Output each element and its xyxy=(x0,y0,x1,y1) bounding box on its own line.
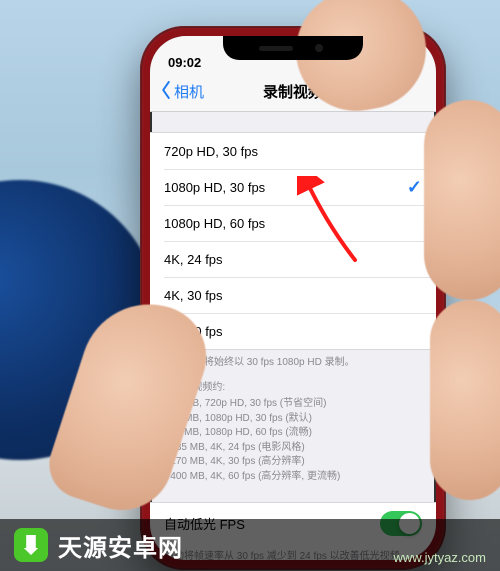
site-watermark: 天源安卓网 www.jytyaz.com xyxy=(0,519,500,571)
option-label: 4K, 24 fps xyxy=(164,252,422,267)
file-size-line: • 170 MB, 4K, 30 fps (高分辨率) xyxy=(164,455,422,470)
back-button[interactable]: 相机 xyxy=(160,81,204,103)
video-option-720p-30[interactable]: 720p HD, 30 fps xyxy=(150,133,436,169)
video-option-4k-24[interactable]: 4K, 24 fps xyxy=(150,241,436,277)
site-logo-icon xyxy=(14,528,48,562)
cellular-icon xyxy=(357,60,373,70)
file-size-line: • 90 MB, 1080p HD, 60 fps (流畅) xyxy=(164,426,422,441)
status-time: 09:02 xyxy=(168,55,222,70)
navigation-bar: 相机 录制视频 xyxy=(150,72,436,112)
phone-screen: 09:02 相机 录制视频 720p HD, 30 fps xyxy=(150,36,436,560)
video-option-4k-30[interactable]: 4K, 30 fps xyxy=(150,277,436,313)
option-label: 1080p HD, 60 fps xyxy=(164,216,422,231)
file-size-line: • 400 MB, 4K, 60 fps (高分辨率, 更流畅) xyxy=(164,470,422,485)
quick-record-note: 快录视频将始终以 30 fps 1080p HD 录制。 xyxy=(150,350,436,375)
option-label: 720p HD, 30 fps xyxy=(164,144,422,159)
file-size-line: • 60 MB, 1080p HD, 30 fps (默认) xyxy=(164,412,422,427)
checkmark-icon: ✓ xyxy=(407,177,422,198)
back-button-label: 相机 xyxy=(174,81,204,102)
file-size-line: • 40 MB, 720p HD, 30 fps (节省空间) xyxy=(164,397,422,412)
wifi-icon xyxy=(377,59,392,70)
battery-icon xyxy=(396,59,418,70)
option-label: 1080p HD, 30 fps xyxy=(164,180,407,195)
site-name: 天源安卓网 xyxy=(58,528,384,563)
display-notch xyxy=(223,36,363,60)
file-size-heading: 1 分钟视频约: xyxy=(164,381,422,396)
video-option-1080p-30[interactable]: 1080p HD, 30 fps ✓ xyxy=(150,169,436,205)
site-url: www.jytyaz.com xyxy=(394,550,486,571)
video-option-4k-60[interactable]: 4K, 60 fps xyxy=(150,313,436,349)
option-label: 4K, 30 fps xyxy=(164,288,422,303)
video-resolution-group: 720p HD, 30 fps 1080p HD, 30 fps ✓ 1080p… xyxy=(150,132,436,350)
video-option-1080p-60[interactable]: 1080p HD, 60 fps xyxy=(150,205,436,241)
phone-frame: 09:02 相机 录制视频 720p HD, 30 fps xyxy=(140,26,446,570)
option-label: 4K, 60 fps xyxy=(164,324,422,339)
chevron-left-icon xyxy=(162,81,170,103)
file-size-line: • 135 MB, 4K, 24 fps (电影风格) xyxy=(164,441,422,456)
file-size-note: 1 分钟视频约: • 40 MB, 720p HD, 30 fps (节省空间)… xyxy=(150,375,436,489)
